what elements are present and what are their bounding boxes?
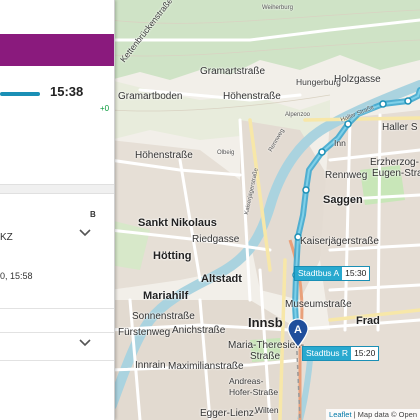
stop-name: Stadtbus R — [303, 347, 352, 360]
leaflet-link[interactable]: Leaflet — [329, 410, 352, 419]
map-label-hoetting: Hötting — [153, 250, 192, 262]
map-label-rennweg: Rennweg — [325, 170, 368, 181]
route-stop-dot[interactable] — [302, 186, 310, 194]
map-label-strasse: Straße — [250, 351, 281, 362]
map-label-maximilianstrasse: Maximilianstraße — [168, 361, 244, 372]
map-label-andreas: Andreas- — [229, 376, 264, 386]
map-label-mariahilf: Mariahilf — [143, 290, 189, 302]
trip-details-panel: 15:38 +0 B KZ 0, 15:58 — [0, 0, 115, 420]
map-label-anichstrasse: Anichstraße — [172, 325, 226, 336]
line-name: KZ — [0, 232, 13, 243]
map-label-gramartboden: Gramartboden — [118, 91, 183, 102]
divider — [0, 332, 114, 333]
map-label-hofer-strasse: Hofer-Straße — [229, 387, 279, 397]
map-label-altstadt: Altstadt — [201, 273, 242, 285]
divider — [0, 360, 114, 361]
map-label-sankt-nikolaus: Sankt Nikolaus — [138, 217, 217, 229]
stop-tag-stadtbus-r[interactable]: Stadtbus R 15:20 — [302, 346, 380, 361]
panel-header-bar — [0, 34, 114, 66]
map-label-egger-lienz: Egger-Lienz- — [200, 408, 258, 419]
divider — [0, 308, 114, 309]
departure-info: 0, 15:58 — [0, 271, 33, 281]
route-stop-dot[interactable] — [404, 97, 412, 105]
stop-tag-stadtbus-a[interactable]: Stadtbus A 15:30 — [294, 266, 371, 281]
map-label-gramartstrasse: Gramartstraße — [200, 66, 266, 77]
map-label-innsbruck: Innsb — [248, 315, 283, 330]
map-label-hoehenstrasse-upper: Höhenstraße — [223, 91, 281, 102]
map-label-alpenzoo: Alpenzoo — [285, 112, 311, 118]
map-label-frad: Frad — [356, 315, 380, 327]
map-label-haller-strasse: Haller S — [382, 122, 418, 133]
route-stop-dot[interactable] — [318, 148, 326, 156]
map-label-small: Weiherburg — [262, 5, 293, 11]
chevron-down-icon[interactable] — [78, 338, 92, 348]
map-label-saggen: Saggen — [323, 194, 363, 206]
map-label-innrain: Innrain — [135, 360, 166, 371]
map-label-kaiserjaegerstrasse: Kaiserjägerstraße — [300, 236, 379, 247]
map-attribution: Leaflet | Map data © Open — [326, 409, 420, 420]
start-marker-icon[interactable]: A — [286, 318, 310, 348]
map-label-museumstrasse: Museumstraße — [285, 299, 352, 310]
map-label-hoehenstrasse-lower: Höhenstraße — [135, 150, 193, 161]
map-label-sonnenstrasse: Sonnenstraße — [132, 311, 195, 322]
map-label-holzgasse: Holzgasse — [334, 74, 381, 85]
attribution-text: | Map data © Open — [351, 410, 417, 419]
trip-progress-line — [0, 92, 40, 96]
delay-indicator: +0 — [100, 104, 110, 113]
marker-letter: A — [294, 324, 302, 336]
stop-time: 15:20 — [354, 348, 376, 358]
map-label-inn: Inn — [334, 138, 346, 148]
map-label-olbeig: Olbeig — [217, 150, 235, 156]
stop-name: Stadtbus A — [295, 267, 343, 280]
section-divider — [0, 184, 114, 194]
map-label-eugen-strasse: Eugen-Straße — [372, 168, 420, 179]
map-label-wilten: Wilten — [255, 405, 279, 415]
stop-time: 15:30 — [345, 268, 367, 278]
route-stop-dot[interactable] — [379, 100, 387, 108]
map-label-erzherzog: Erzherzog- — [370, 157, 419, 168]
departure-time: 15:38 — [50, 84, 84, 99]
chevron-down-icon[interactable] — [78, 228, 92, 238]
map-label-riedgasse: Riedgasse — [192, 234, 240, 245]
panel-topbar — [0, 0, 114, 34]
map-label-fuerstenweg: Fürstenweg — [118, 327, 171, 338]
column-header-b: B — [90, 210, 96, 219]
